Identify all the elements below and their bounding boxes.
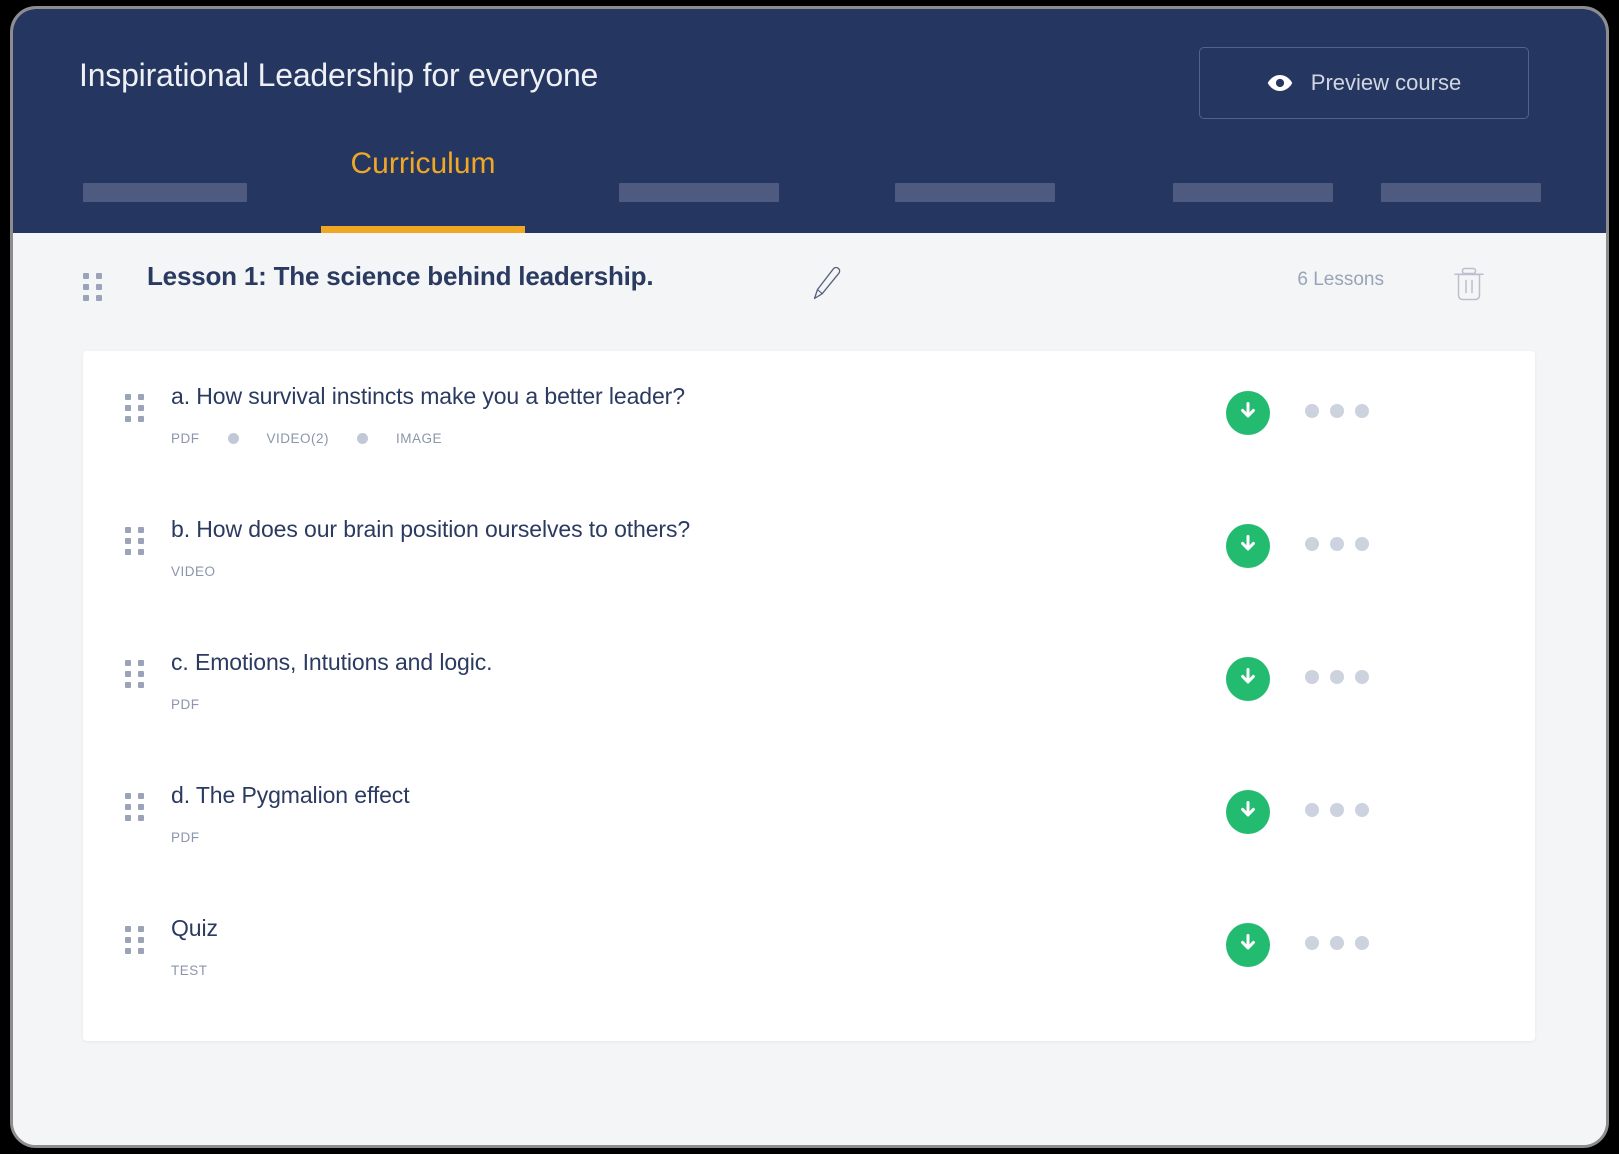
lesson-options-button[interactable] <box>1305 936 1369 950</box>
app-header: Inspirational Leadership for everyone Pr… <box>13 9 1606 233</box>
lesson-meta-tag: PDF <box>171 431 200 446</box>
lesson-title: a. How survival instincts make you a bet… <box>171 383 685 410</box>
lesson-title: Quiz <box>171 915 218 942</box>
edit-section-button[interactable] <box>808 265 848 309</box>
lesson-options-button[interactable] <box>1305 537 1369 551</box>
lesson-options-button[interactable] <box>1305 670 1369 684</box>
lesson-meta: TEST <box>171 963 208 978</box>
lesson-row[interactable]: a. How survival instincts make you a bet… <box>83 351 1535 484</box>
drag-handle-icon[interactable] <box>125 926 144 954</box>
eye-icon <box>1267 74 1293 92</box>
lesson-meta-tag: TEST <box>171 963 208 978</box>
tab-placeholder-1[interactable] <box>83 183 247 202</box>
tab-placeholder-3[interactable] <box>619 183 779 202</box>
lesson-meta: VIDEO <box>171 564 216 579</box>
tab-placeholder-6[interactable] <box>1381 183 1541 202</box>
download-arrow-icon <box>1236 798 1260 827</box>
page-title: Inspirational Leadership for everyone <box>79 57 598 94</box>
lesson-meta-tag: VIDEO(2) <box>267 431 330 446</box>
lesson-meta-tag: PDF <box>171 697 200 712</box>
lesson-title: c. Emotions, Intutions and logic. <box>171 649 492 676</box>
download-button[interactable] <box>1226 923 1270 967</box>
lessons-card: a. How survival instincts make you a bet… <box>83 351 1535 1041</box>
pencil-icon <box>808 290 844 307</box>
lesson-meta: PDF VIDEO(2) IMAGE <box>171 431 442 446</box>
lesson-meta: PDF <box>171 830 200 845</box>
lesson-options-button[interactable] <box>1305 803 1369 817</box>
lesson-row[interactable]: c. Emotions, Intutions and logic. PDF <box>83 617 1535 750</box>
lesson-meta-tag: PDF <box>171 830 200 845</box>
section-title: Lesson 1: The science behind leadership. <box>147 261 653 292</box>
download-button[interactable] <box>1226 790 1270 834</box>
section-header: Lesson 1: The science behind leadership.… <box>13 253 1606 331</box>
lesson-options-button[interactable] <box>1305 404 1369 418</box>
drag-handle-icon[interactable] <box>125 793 144 821</box>
curriculum-panel: Lesson 1: The science behind leadership.… <box>13 233 1606 1148</box>
tab-active-underline <box>321 226 525 233</box>
lesson-title: b. How does our brain position ourselves… <box>171 516 690 543</box>
lesson-meta-tag: VIDEO <box>171 564 216 579</box>
download-arrow-icon <box>1236 532 1260 561</box>
lesson-row[interactable]: Quiz TEST <box>83 883 1535 1016</box>
drag-handle-icon[interactable] <box>125 394 144 422</box>
drag-handle-icon[interactable] <box>125 660 144 688</box>
tab-placeholder-4[interactable] <box>895 183 1055 202</box>
lesson-row[interactable]: d. The Pygmalion effect PDF <box>83 750 1535 883</box>
preview-course-label: Preview course <box>1311 70 1461 96</box>
trash-icon <box>1448 296 1490 313</box>
tab-curriculum[interactable]: Curriculum <box>321 147 525 219</box>
download-arrow-icon <box>1236 931 1260 960</box>
meta-separator-dot-icon <box>228 433 239 444</box>
meta-separator-dot-icon <box>357 433 368 444</box>
download-button[interactable] <box>1226 524 1270 568</box>
preview-course-button[interactable]: Preview course <box>1199 47 1529 119</box>
download-arrow-icon <box>1236 399 1260 428</box>
lesson-row[interactable]: b. How does our brain position ourselves… <box>83 484 1535 617</box>
tab-bar: Curriculum <box>13 161 1606 233</box>
download-arrow-icon <box>1236 665 1260 694</box>
lesson-count-label: 6 Lessons <box>1297 269 1384 291</box>
drag-handle-icon[interactable] <box>83 273 102 301</box>
tab-curriculum-label: Curriculum <box>350 147 495 181</box>
lesson-title: d. The Pygmalion effect <box>171 782 410 809</box>
download-button[interactable] <box>1226 657 1270 701</box>
delete-section-button[interactable] <box>1448 263 1494 313</box>
lesson-meta-tag: IMAGE <box>396 431 442 446</box>
drag-handle-icon[interactable] <box>125 527 144 555</box>
app-window: Inspirational Leadership for everyone Pr… <box>10 6 1609 1148</box>
tab-placeholder-5[interactable] <box>1173 183 1333 202</box>
lesson-meta: PDF <box>171 697 200 712</box>
download-button[interactable] <box>1226 391 1270 435</box>
